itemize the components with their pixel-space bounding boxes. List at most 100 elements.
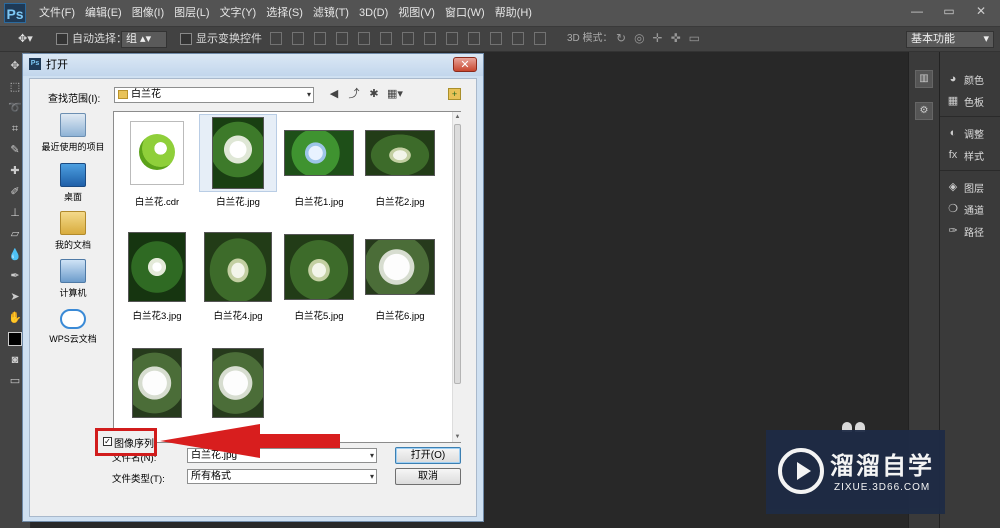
place-documents[interactable]: 我的文档 xyxy=(37,211,109,251)
new-folder-icon[interactable]: + xyxy=(448,88,461,100)
menu-3d[interactable]: 3D(D) xyxy=(354,0,393,26)
clone-tool-icon[interactable]: ⊥ xyxy=(8,206,22,220)
file-item[interactable] xyxy=(199,344,277,424)
distribute-right-icon[interactable] xyxy=(512,32,524,45)
menu-type[interactable]: 文字(Y) xyxy=(215,0,262,26)
menu-file[interactable]: 文件(F) xyxy=(34,0,80,26)
menu-help[interactable]: 帮助(H) xyxy=(490,0,537,26)
auto-select-checkbox[interactable]: 自动选择： xyxy=(56,31,127,47)
align-bottom-icon[interactable] xyxy=(314,32,326,45)
look-in-dropdown[interactable]: 白兰花 ▾ xyxy=(114,87,314,103)
minimize-button[interactable]: — xyxy=(904,2,930,20)
dialog-title: 打开 xyxy=(46,59,68,71)
folder-icon xyxy=(118,90,128,99)
file-item[interactable]: 白兰花6.jpg xyxy=(361,228,439,322)
brush-tool-icon[interactable]: ✐ xyxy=(8,185,22,199)
file-type-dropdown[interactable]: 所有格式 ▾ xyxy=(187,469,377,484)
close-window-button[interactable]: ✕ xyxy=(968,2,994,20)
scroll-up-icon[interactable]: ▲ xyxy=(454,112,461,122)
panel-adjustments[interactable]: ◐ 调整 xyxy=(946,124,984,142)
flower-photo xyxy=(365,239,435,295)
place-desktop[interactable]: 桌面 xyxy=(37,163,109,203)
panel-channels[interactable]: ❍ 通道 xyxy=(946,200,984,218)
menu-filter[interactable]: 滤镜(T) xyxy=(308,0,354,26)
file-item[interactable]: 白兰花3.jpg xyxy=(118,228,196,322)
distribute-top-icon[interactable] xyxy=(402,32,414,45)
pen-tool-icon[interactable]: ✒ xyxy=(8,269,22,283)
foreground-color-swatch[interactable] xyxy=(8,332,22,346)
open-button[interactable]: 打开(O) xyxy=(395,447,461,464)
show-transform-checkbox[interactable]: 显示变换控件 xyxy=(180,31,262,47)
screen-mode-icon[interactable]: ▭ xyxy=(8,374,22,388)
align-vcenter-icon[interactable] xyxy=(292,32,304,45)
move-tool-icon[interactable]: ✥▾ xyxy=(18,31,33,47)
distribute-vcenter-icon[interactable] xyxy=(424,32,436,45)
menu-image[interactable]: 图像(I) xyxy=(127,0,169,26)
channels-icon: ❍ xyxy=(948,203,958,215)
blur-tool-icon[interactable]: 💧 xyxy=(8,248,22,262)
file-thumbnail xyxy=(280,114,358,192)
path-select-tool-icon[interactable]: ➤ xyxy=(8,290,22,304)
workspace-dropdown[interactable]: 基本功能 ▾ xyxy=(906,31,994,48)
place-recent[interactable]: 最近使用的项目 xyxy=(37,113,109,153)
panel-paths[interactable]: ✑ 路径 xyxy=(946,222,984,240)
dialog-close-button[interactable]: ✕ xyxy=(453,57,477,72)
align-right-icon[interactable] xyxy=(380,32,392,45)
menu-select[interactable]: 选择(S) xyxy=(261,0,308,26)
eyedropper-tool-icon[interactable]: ✎ xyxy=(8,143,22,157)
show-transform-label: 显示变换控件 xyxy=(196,33,262,45)
scale-3d-icon[interactable]: ▭ xyxy=(689,32,700,45)
place-computer[interactable]: 计算机 xyxy=(37,259,109,299)
panel-styles[interactable]: fx 样式 xyxy=(946,146,984,164)
up-folder-icon[interactable]: ⤴ xyxy=(347,87,361,101)
documents-folder-icon xyxy=(60,211,86,235)
rotate-3d-icon[interactable]: ↻ xyxy=(616,32,626,45)
crop-tool-icon[interactable]: ⌗ xyxy=(8,122,22,136)
distribute-left-icon[interactable] xyxy=(468,32,480,45)
menu-edit[interactable]: 编辑(E) xyxy=(80,0,127,26)
menu-layer[interactable]: 图层(L) xyxy=(169,0,214,26)
file-item[interactable] xyxy=(118,344,196,424)
slide-3d-icon[interactable]: ✜ xyxy=(671,32,681,45)
panel-layers[interactable]: ◈ 图层 xyxy=(946,178,984,196)
marquee-tool-icon[interactable]: ⬚ xyxy=(8,80,22,94)
properties-panel-icon[interactable]: ⚙ xyxy=(915,102,933,120)
healing-tool-icon[interactable]: ✚ xyxy=(8,164,22,178)
distribute-hcenter-icon[interactable] xyxy=(490,32,502,45)
lasso-tool-icon[interactable]: ➰ xyxy=(8,101,22,115)
history-panel-icon[interactable]: ▥ xyxy=(915,70,933,88)
align-hcenter-icon[interactable] xyxy=(358,32,370,45)
panel-color[interactable]: ◕ 颜色 xyxy=(946,70,984,88)
move-tool-icon[interactable]: ✥ xyxy=(8,59,22,73)
back-icon[interactable]: ◀ xyxy=(327,87,341,101)
hand-tool-icon[interactable]: ✋ xyxy=(8,311,22,325)
scroll-thumb[interactable] xyxy=(454,124,461,384)
place-wps-cloud[interactable]: WPS云文档 xyxy=(37,309,109,345)
maximize-button[interactable]: ▭ xyxy=(936,2,962,20)
panel-swatches[interactable]: ▦ 色板 xyxy=(946,92,984,110)
cancel-button[interactable]: 取消 xyxy=(395,468,461,485)
align-left-icon[interactable] xyxy=(336,32,348,45)
file-item-selected[interactable]: 白兰花.jpg xyxy=(199,114,277,208)
eraser-tool-icon[interactable]: ▱ xyxy=(8,227,22,241)
image-sequence-checkbox[interactable]: ✓ xyxy=(103,437,112,446)
file-item[interactable]: 白兰花1.jpg xyxy=(280,114,358,208)
file-item[interactable]: 白兰花5.jpg xyxy=(280,228,358,322)
view-menu-icon[interactable]: ▦▾ xyxy=(387,87,403,101)
file-item[interactable]: 白兰花.cdr xyxy=(118,114,196,208)
file-list-scrollbar[interactable]: ▲ ▼ xyxy=(452,112,462,442)
auto-select-dropdown[interactable]: 组 ▴▾ xyxy=(121,31,167,48)
auto-align-icon[interactable] xyxy=(534,32,546,45)
scroll-down-icon[interactable]: ▼ xyxy=(454,432,461,442)
file-item[interactable]: 白兰花2.jpg xyxy=(361,114,439,208)
flower-photo xyxy=(284,130,354,176)
align-top-icon[interactable] xyxy=(270,32,282,45)
distribute-bottom-icon[interactable] xyxy=(446,32,458,45)
drag-3d-icon[interactable]: ✛ xyxy=(653,32,663,45)
roll-3d-icon[interactable]: ◎ xyxy=(634,32,644,45)
quick-mask-icon[interactable]: ◙ xyxy=(8,353,22,367)
create-folder-icon[interactable]: ✱ xyxy=(367,87,381,101)
file-item[interactable]: 白兰花4.jpg xyxy=(199,228,277,322)
menu-window[interactable]: 窗口(W) xyxy=(440,0,490,26)
menu-view[interactable]: 视图(V) xyxy=(393,0,440,26)
